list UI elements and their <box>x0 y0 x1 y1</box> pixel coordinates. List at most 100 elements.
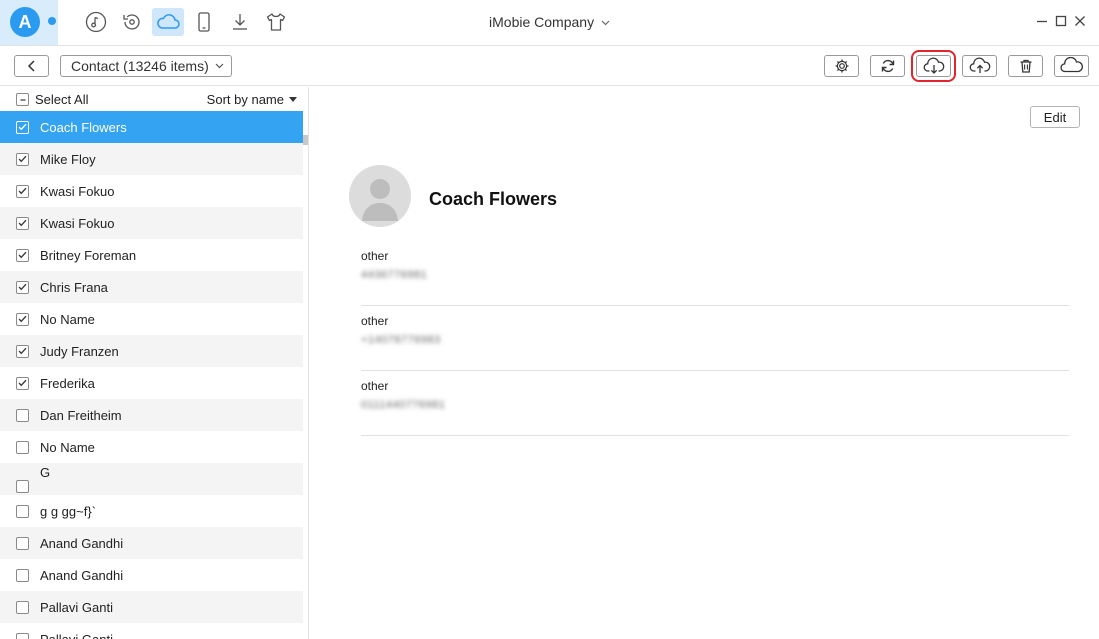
list-item[interactable]: Coach Flowers <box>0 111 303 143</box>
contact-list-pane: Select All Sort by name Coach Flowers Mik… <box>0 87 309 639</box>
list-item[interactable]: g g gg~f}` <box>0 495 303 527</box>
list-item[interactable]: Mike Floy <box>0 143 303 175</box>
checkbox-checked[interactable] <box>16 120 29 134</box>
field-label: other <box>361 249 389 263</box>
tab-downloader[interactable] <box>224 8 256 36</box>
select-all-checkbox[interactable]: Select All <box>16 92 88 107</box>
contact-name-label: Anand Gandhi <box>40 535 124 551</box>
settings-button[interactable] <box>824 55 859 77</box>
checkbox-unchecked[interactable] <box>16 632 29 639</box>
close-button[interactable] <box>1071 12 1089 30</box>
tab-music[interactable] <box>80 8 112 36</box>
app-logo-button[interactable]: A <box>0 0 58 45</box>
checkbox-checked[interactable] <box>16 376 29 390</box>
refresh-icon <box>881 59 894 73</box>
list-item[interactable]: Anand Gandhi <box>0 527 303 559</box>
list-item[interactable]: Kwasi Fokuo <box>0 207 303 239</box>
list-item[interactable]: Pallavi Ganti <box>0 591 303 623</box>
list-item[interactable]: No Name <box>0 431 303 463</box>
checkbox-unchecked[interactable] <box>16 536 29 550</box>
minimize-button[interactable] <box>1033 12 1051 30</box>
contact-name-label: Pallavi Ganti <box>40 631 113 639</box>
checkbox-unchecked[interactable] <box>16 504 29 518</box>
chevron-down-icon <box>215 63 224 69</box>
upload-to-icloud-button[interactable] <box>962 55 997 77</box>
category-selector[interactable]: Contact (13246 items) <box>60 55 232 77</box>
toolbar: Contact (13246 items) <box>0 46 1099 86</box>
checkbox-unchecked[interactable] <box>16 408 29 422</box>
tab-icloud[interactable] <box>152 8 184 36</box>
list-item[interactable]: G <box>0 463 303 495</box>
chevron-down-icon <box>601 20 610 26</box>
close-icon <box>1075 16 1085 26</box>
refresh-button[interactable] <box>870 55 905 77</box>
checkbox-unchecked[interactable] <box>16 440 29 454</box>
contact-detail-pane: Edit Coach Flowers other 4436776981 othe… <box>310 87 1099 639</box>
list-item[interactable]: Dan Freitheim <box>0 399 303 431</box>
delete-button[interactable] <box>1008 55 1043 77</box>
checkbox-checked[interactable] <box>16 152 29 166</box>
list-item[interactable]: Anand Gandhi <box>0 559 303 591</box>
list-item[interactable]: Britney Foreman <box>0 239 303 271</box>
sync-to-icloud-button[interactable] <box>1054 55 1089 77</box>
contact-name-label: Mike Floy <box>40 151 96 167</box>
checkbox-checked[interactable] <box>16 344 29 358</box>
field-value: 0111440776981 <box>361 399 446 411</box>
checkbox-unchecked[interactable] <box>16 568 29 582</box>
title-bar: A iMobie Company <box>0 0 1099 46</box>
caret-down-icon <box>289 97 297 102</box>
contact-name-label: No Name <box>40 311 95 327</box>
checkbox-checked[interactable] <box>16 248 29 262</box>
field-value: +14078776983 <box>361 334 441 346</box>
download-icon <box>233 14 247 30</box>
checkmark-icon <box>18 347 27 355</box>
list-item[interactable]: Judy Franzen <box>0 335 303 367</box>
sort-dropdown[interactable]: Sort by name <box>207 92 297 107</box>
person-silhouette-icon <box>362 179 398 221</box>
maximize-icon <box>1055 15 1067 27</box>
phone-field: other +14078776983 <box>361 306 1069 371</box>
list-item[interactable]: Kwasi Fokuo <box>0 175 303 207</box>
contact-name-label: Frederika <box>40 375 95 391</box>
field-value: 4436776981 <box>361 269 428 281</box>
download-to-computer-button[interactable] <box>911 50 956 82</box>
phone-field: other 0111440776981 <box>361 371 1069 436</box>
checkbox-unchecked[interactable] <box>16 479 29 493</box>
checkmark-icon <box>18 379 27 387</box>
field-label: other <box>361 379 389 393</box>
list-item[interactable]: Pallavi Ganti <box>0 623 303 639</box>
checkbox-checked[interactable] <box>16 216 29 230</box>
device-selector[interactable]: iMobie Company <box>489 14 610 30</box>
category-label: Contact (13246 items) <box>71 58 209 74</box>
chevron-left-icon <box>27 60 35 72</box>
edit-button[interactable]: Edit <box>1030 106 1080 128</box>
trash-icon <box>1020 59 1031 73</box>
tab-skins[interactable] <box>260 8 292 36</box>
maximize-button[interactable] <box>1052 12 1070 30</box>
list-item[interactable]: Chris Frana <box>0 271 303 303</box>
contact-name-label: Kwasi Fokuo <box>40 215 115 231</box>
gear-icon <box>835 59 848 73</box>
cloud-download-icon <box>923 57 944 74</box>
contact-name-label: Judy Franzen <box>40 343 119 359</box>
minimize-icon <box>1037 20 1047 23</box>
list-item[interactable]: Frederika <box>0 367 303 399</box>
tab-device[interactable] <box>188 8 220 36</box>
cloud-upload-icon <box>969 57 990 73</box>
checkbox-unchecked[interactable] <box>16 600 29 614</box>
select-all-label: Select All <box>35 92 89 107</box>
list-item[interactable]: No Name <box>0 303 303 335</box>
contact-name-label: Dan Freitheim <box>40 407 122 423</box>
app-logo-icon: A <box>10 7 40 37</box>
checkmark-icon <box>18 155 27 163</box>
list-scrollbar[interactable] <box>303 135 308 145</box>
phone-icon <box>198 12 210 32</box>
tab-backup[interactable] <box>116 8 148 36</box>
history-icon <box>123 14 140 30</box>
checkbox-checked[interactable] <box>16 312 29 326</box>
logo-menu-caret-icon[interactable] <box>48 17 56 25</box>
back-button[interactable] <box>14 55 49 77</box>
device-name-label: iMobie Company <box>489 14 595 30</box>
checkbox-checked[interactable] <box>16 280 29 294</box>
checkbox-checked[interactable] <box>16 184 29 198</box>
